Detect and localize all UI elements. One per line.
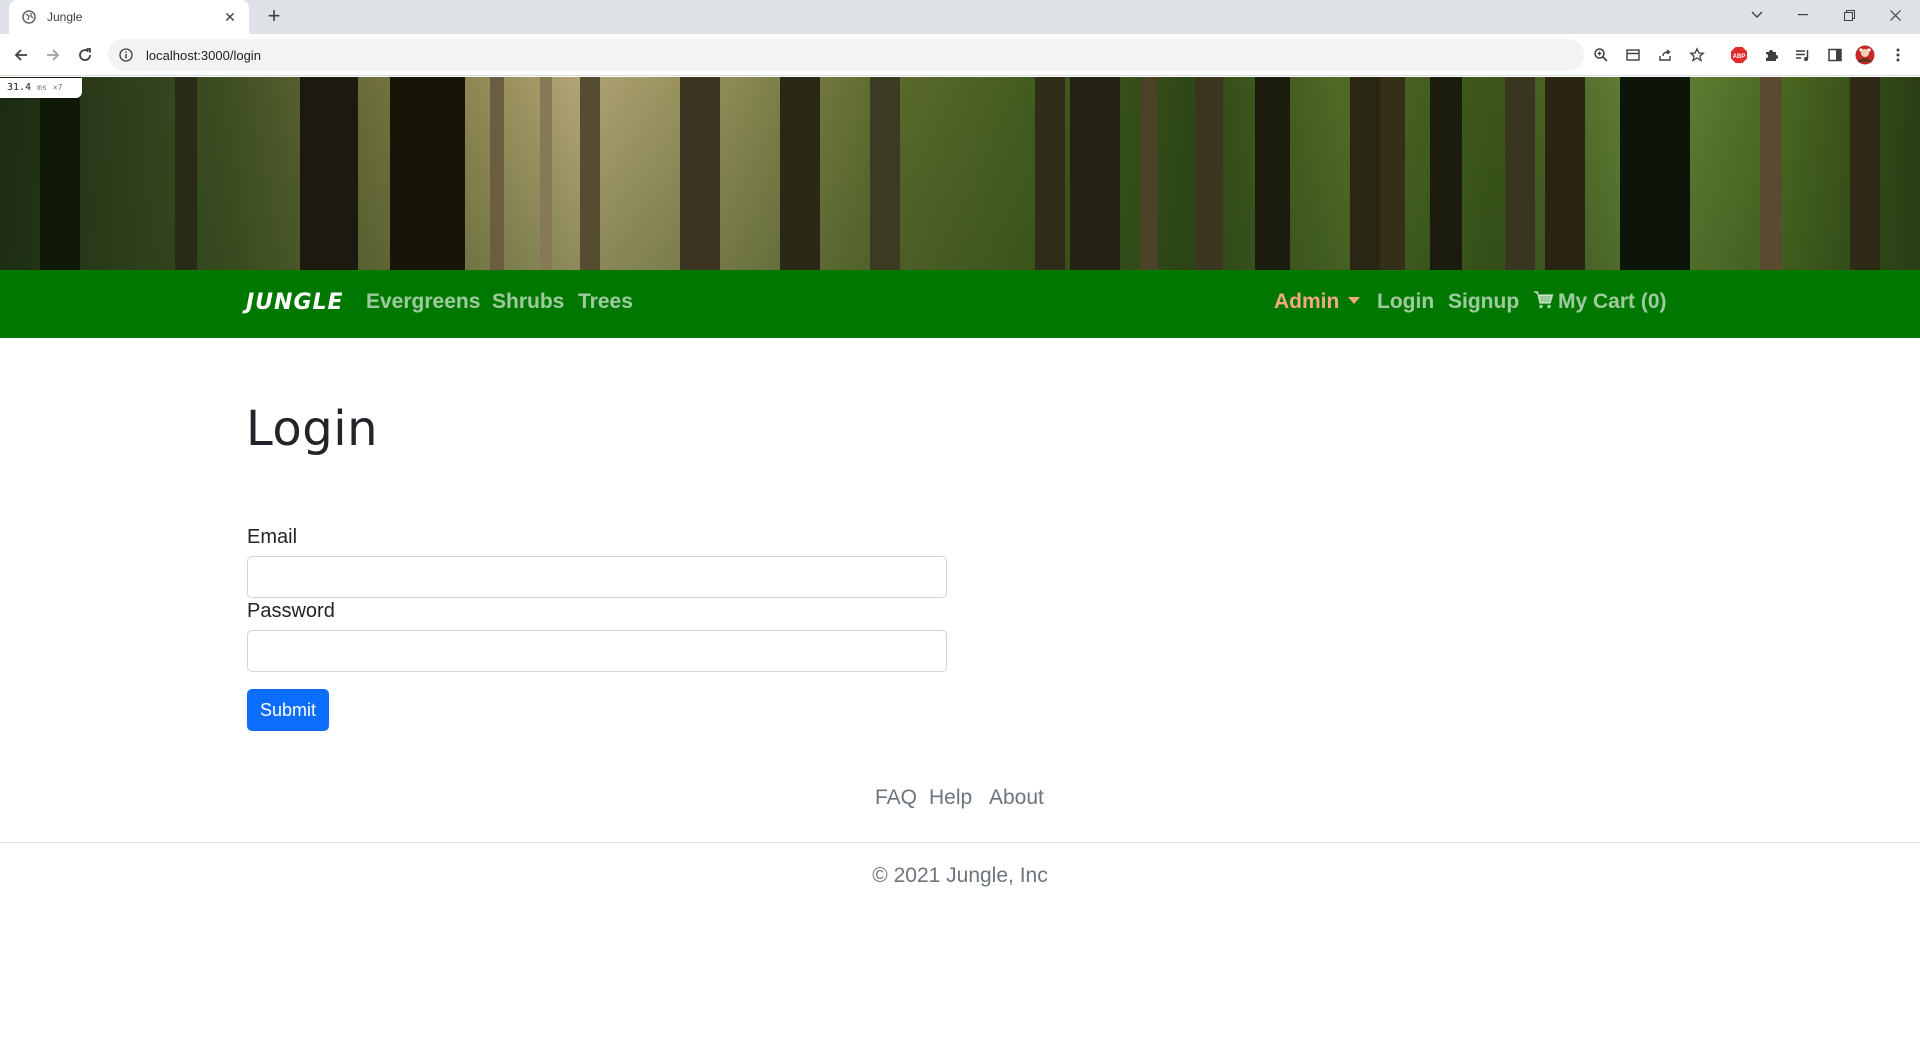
media-icon[interactable] xyxy=(1790,42,1816,68)
new-tab-button[interactable]: + xyxy=(262,5,286,29)
bookmark-star-icon[interactable] xyxy=(1684,42,1710,68)
share-icon[interactable] xyxy=(1652,42,1678,68)
close-tab-icon[interactable]: ✕ xyxy=(221,9,239,26)
hero-banner-image xyxy=(0,77,1920,270)
puzzle-icon[interactable] xyxy=(1758,42,1784,68)
url-text: localhost:3000/login xyxy=(146,47,261,63)
adblock-label: ABP xyxy=(1733,54,1746,60)
perf-value: 31.4 xyxy=(7,82,32,93)
reader-icon[interactable] xyxy=(1620,42,1646,68)
restore-icon[interactable] xyxy=(1826,0,1872,30)
adblock-icon[interactable]: ABP xyxy=(1726,42,1752,68)
cart-icon xyxy=(1534,291,1554,309)
footer-divider xyxy=(0,842,1920,843)
browser-toolbar: localhost:3000/login ABP xyxy=(0,34,1920,76)
email-field[interactable] xyxy=(247,556,947,598)
browser-tab[interactable]: Jungle ✕ xyxy=(9,0,249,34)
kebab-menu-icon[interactable] xyxy=(1885,42,1911,68)
footer-link-faq[interactable]: FAQ xyxy=(875,786,917,810)
nav-signup[interactable]: Signup xyxy=(1448,290,1519,314)
footer-link-about[interactable]: About xyxy=(989,786,1044,810)
browser-tabstrip: Jungle ✕ + xyxy=(0,0,1920,34)
nav-cart[interactable]: My Cart (0) xyxy=(1534,290,1667,314)
nav-trees[interactable]: Trees xyxy=(578,290,633,314)
email-label: Email xyxy=(247,526,298,548)
chevron-down-icon[interactable] xyxy=(1734,0,1780,30)
submit-button[interactable]: Submit xyxy=(247,689,329,731)
cart-label: My Cart (0) xyxy=(1558,290,1667,313)
globe-icon xyxy=(21,9,37,25)
caret-down-icon xyxy=(1348,297,1361,304)
address-bar[interactable]: localhost:3000/login xyxy=(108,39,1584,71)
zoom-icon[interactable] xyxy=(1588,42,1614,68)
password-field[interactable] xyxy=(247,630,947,672)
perf-overlay: 31.4 ms ×7 xyxy=(0,78,82,98)
perf-unit: ms xyxy=(37,83,47,92)
page-title: Login xyxy=(246,401,378,457)
footer-link-help[interactable]: Help xyxy=(929,786,972,810)
site-info-icon[interactable] xyxy=(118,47,134,63)
tab-title: Jungle xyxy=(47,10,83,24)
back-icon[interactable] xyxy=(8,42,34,68)
minimize-icon[interactable] xyxy=(1780,0,1826,30)
profile-avatar-icon[interactable] xyxy=(1852,42,1878,68)
admin-label: Admin xyxy=(1274,290,1340,313)
nav-evergreens[interactable]: Evergreens xyxy=(366,290,480,314)
copyright-text: © 2021 Jungle, Inc xyxy=(872,864,1048,887)
sidepanel-icon[interactable] xyxy=(1822,42,1848,68)
close-window-icon[interactable] xyxy=(1872,0,1918,30)
forward-icon[interactable] xyxy=(40,42,66,68)
nav-admin-dropdown[interactable]: Admin xyxy=(1274,290,1361,314)
nav-shrubs[interactable]: Shrubs xyxy=(492,290,564,314)
nav-login[interactable]: Login xyxy=(1377,290,1434,314)
password-label: Password xyxy=(247,600,335,622)
reload-icon[interactable] xyxy=(72,42,98,68)
perf-count: ×7 xyxy=(52,83,63,92)
main-navbar: JUNGLE Evergreens Shrubs Trees Admin Log… xyxy=(0,270,1920,338)
brand-logo[interactable]: JUNGLE xyxy=(246,290,344,315)
